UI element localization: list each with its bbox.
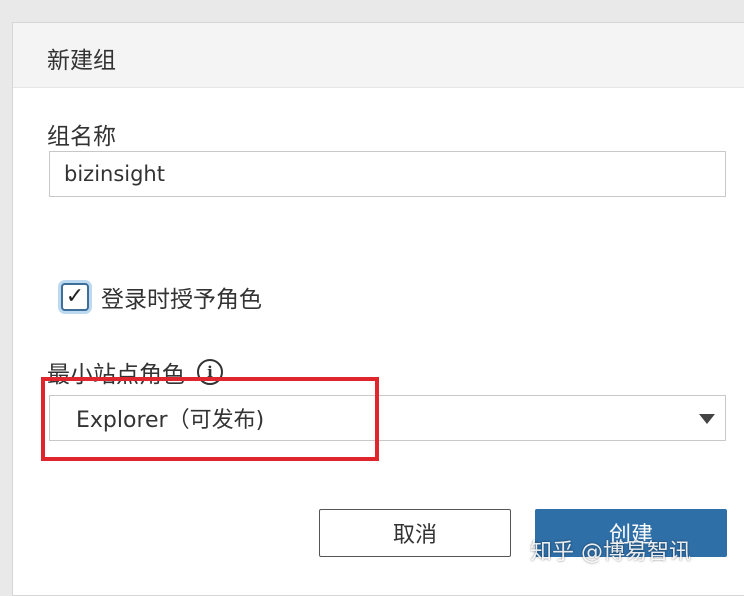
group-name-input[interactable] [49, 151, 726, 197]
grant-role-checkbox-row[interactable]: ✓ 登录时授予角色 [61, 279, 262, 315]
dialog-header: 新建组 [13, 23, 744, 88]
grant-role-checkbox[interactable]: ✓ [61, 283, 89, 311]
checkmark-icon: ✓ [65, 284, 85, 309]
grant-role-label: 登录时授予角色 [101, 287, 262, 313]
chevron-down-icon[interactable] [699, 414, 715, 424]
cancel-button[interactable]: 取消 [319, 509, 511, 557]
highlight-annotation-box [41, 377, 379, 461]
watermark-text: 知乎 @博易智讯 [530, 540, 691, 565]
dialog-title: 新建组 [47, 48, 116, 74]
group-name-label: 组名称 [47, 124, 116, 150]
new-group-dialog: 新建组 组名称 ✓ 登录时授予角色 最小站点角色 i Explorer（可发布)… [12, 22, 744, 596]
